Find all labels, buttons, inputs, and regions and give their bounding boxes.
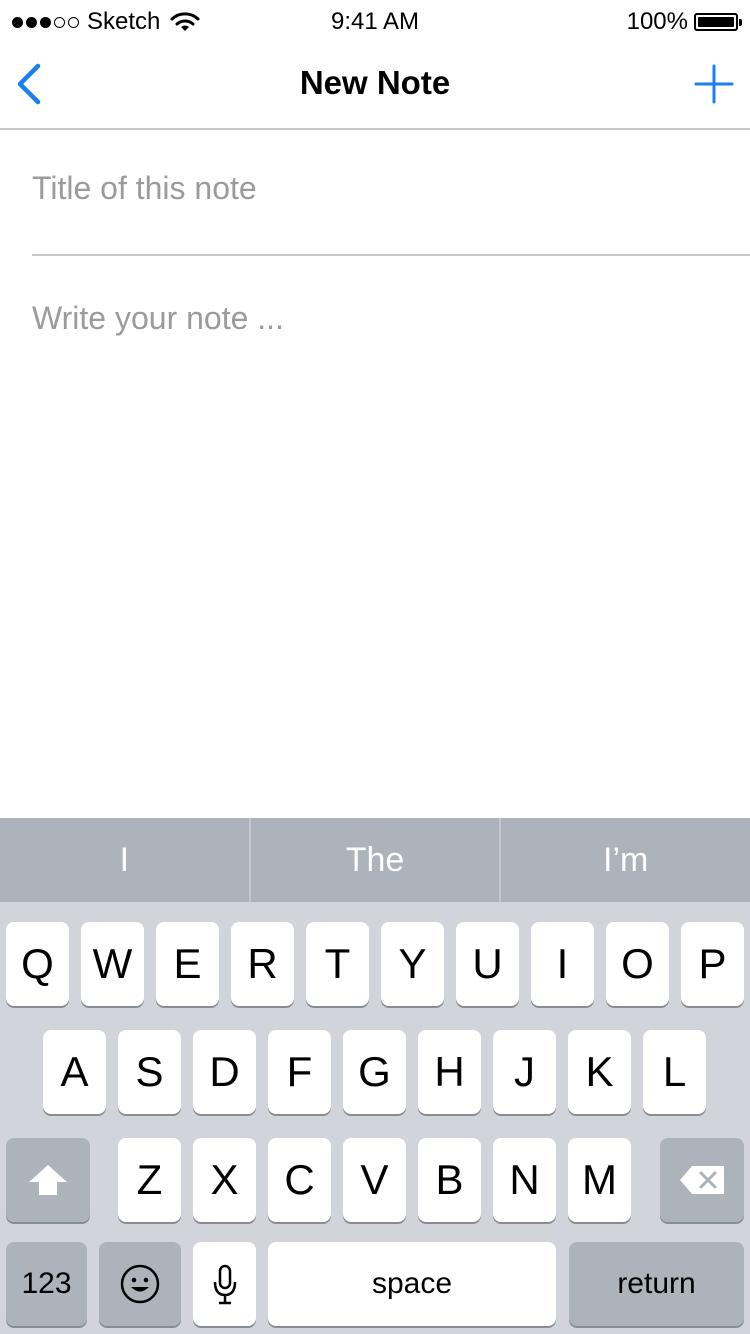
suggestion-item[interactable]: I’m <box>499 818 750 902</box>
suggestion-item[interactable]: The <box>248 818 500 902</box>
key-u[interactable]: U <box>456 922 519 1006</box>
note-title-input[interactable] <box>32 162 750 256</box>
key-p[interactable]: P <box>681 922 744 1006</box>
microphone-icon <box>213 1264 236 1305</box>
key-x[interactable]: X <box>193 1138 256 1222</box>
suggestion-item[interactable]: I <box>0 818 249 902</box>
status-bar: Sketch 9:41 AM 100% <box>0 0 750 40</box>
key-l[interactable]: L <box>643 1030 706 1114</box>
plus-icon <box>694 64 734 104</box>
emoji-icon <box>120 1264 160 1304</box>
predictive-suggestions-bar: I The I’m <box>0 818 750 902</box>
key-s[interactable]: S <box>118 1030 181 1114</box>
key-g[interactable]: G <box>343 1030 406 1114</box>
key-k[interactable]: K <box>568 1030 631 1114</box>
navigation-bar: New Note <box>0 40 750 130</box>
page-title: New Note <box>299 64 451 101</box>
delete-key[interactable] <box>660 1138 744 1222</box>
key-q[interactable]: Q <box>6 922 69 1006</box>
add-button[interactable] <box>692 62 736 106</box>
key-a[interactable]: A <box>43 1030 106 1114</box>
key-d[interactable]: D <box>193 1030 256 1114</box>
key-z[interactable]: Z <box>118 1138 181 1222</box>
keyboard: I The I’m Q W E R T Y U I O P A S D F G … <box>0 818 750 1334</box>
note-body-input[interactable] <box>32 300 722 800</box>
key-w[interactable]: W <box>81 922 144 1006</box>
battery-level <box>698 17 734 27</box>
battery-icon <box>694 13 742 31</box>
key-h[interactable]: H <box>418 1030 481 1114</box>
numbers-key[interactable]: 123 <box>6 1242 87 1326</box>
key-o[interactable]: O <box>606 922 669 1006</box>
key-j[interactable]: J <box>493 1030 556 1114</box>
key-r[interactable]: R <box>231 922 294 1006</box>
key-f[interactable]: F <box>268 1030 331 1114</box>
backspace-icon <box>680 1166 724 1194</box>
status-right: 100% <box>626 8 742 36</box>
battery-percentage: 100% <box>626 8 688 35</box>
key-c[interactable]: C <box>268 1138 331 1222</box>
key-n[interactable]: N <box>493 1138 556 1222</box>
key-e[interactable]: E <box>156 922 219 1006</box>
battery-tip <box>739 19 742 26</box>
key-t[interactable]: T <box>306 922 369 1006</box>
key-i[interactable]: I <box>531 922 594 1006</box>
emoji-key[interactable] <box>99 1242 181 1326</box>
shift-key[interactable] <box>6 1138 90 1222</box>
space-key[interactable]: space <box>268 1242 556 1326</box>
key-b[interactable]: B <box>418 1138 481 1222</box>
shift-arrow-icon <box>29 1165 67 1195</box>
key-y[interactable]: Y <box>381 922 444 1006</box>
key-v[interactable]: V <box>343 1138 406 1222</box>
key-m[interactable]: M <box>568 1138 631 1222</box>
dictation-key[interactable] <box>193 1242 256 1326</box>
return-key[interactable]: return <box>569 1242 744 1326</box>
